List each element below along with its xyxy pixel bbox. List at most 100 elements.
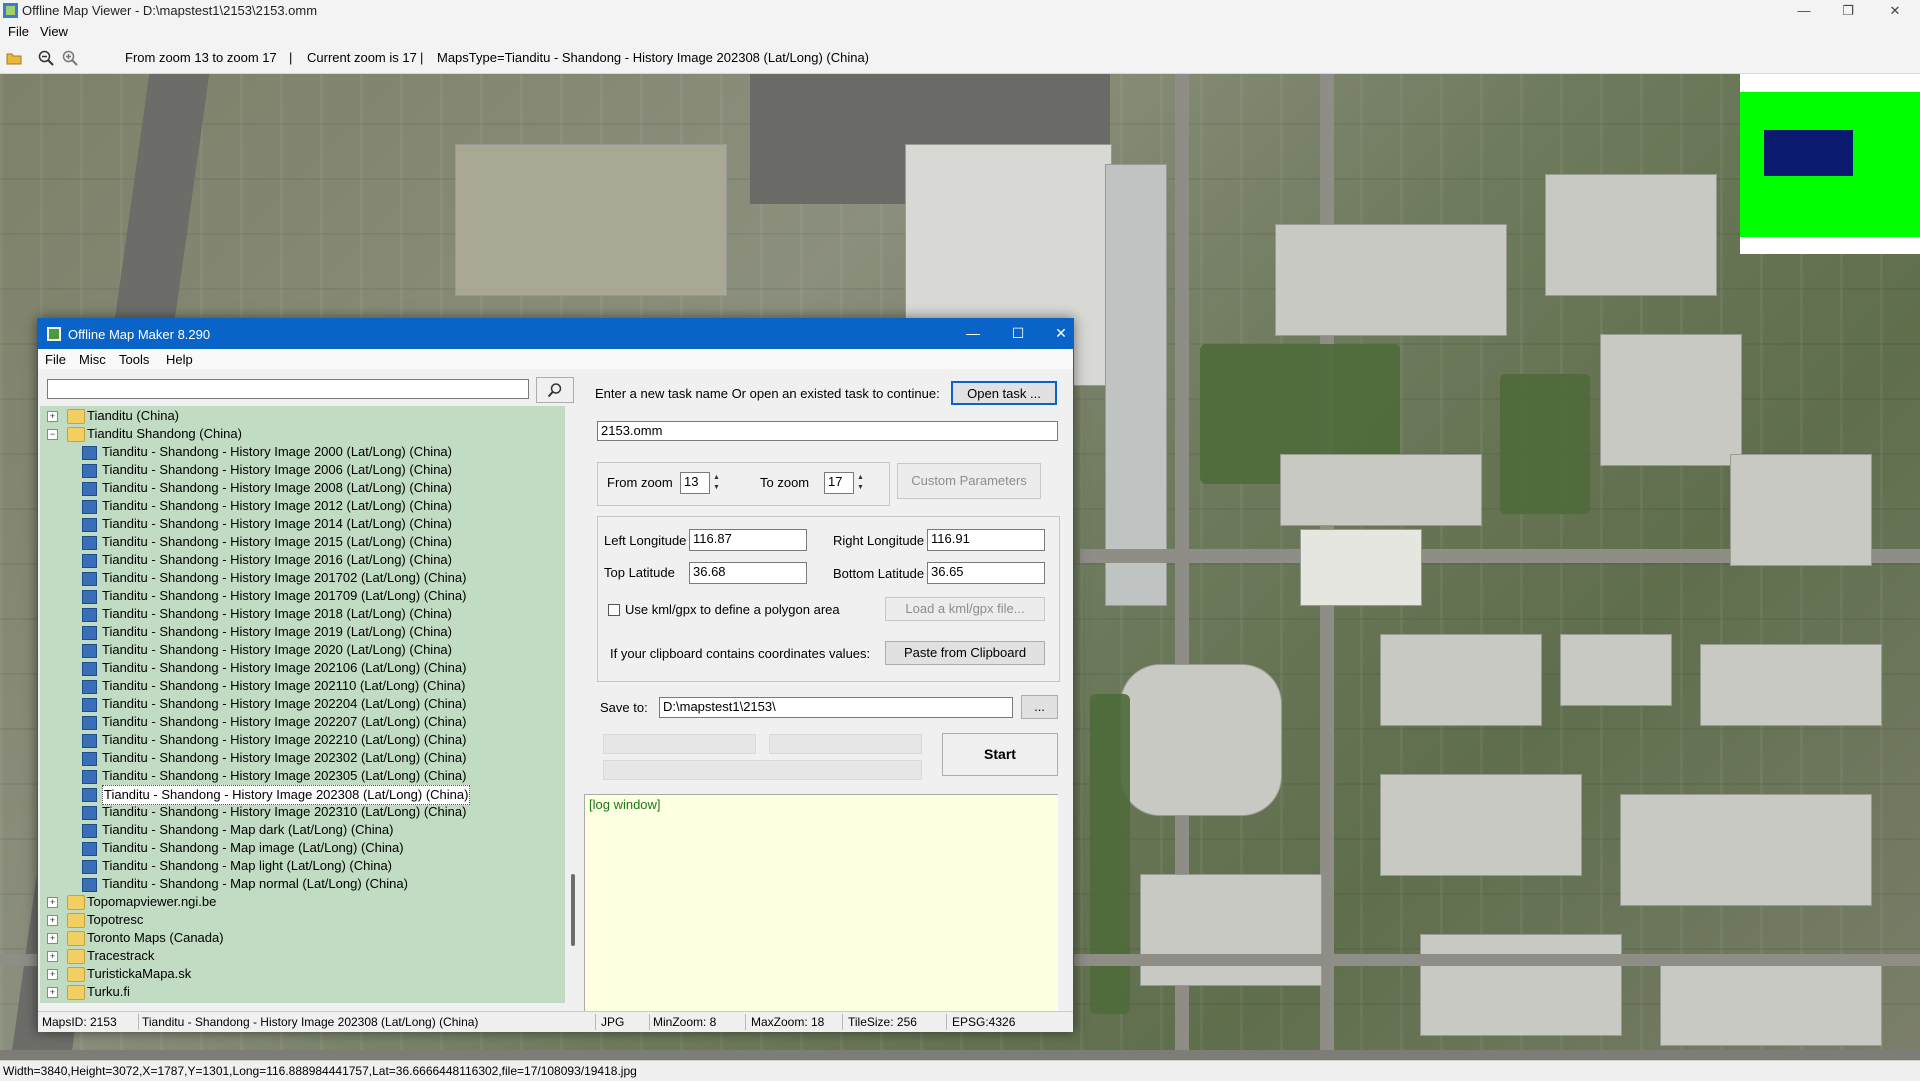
open-task-button[interactable]: Open task ... bbox=[951, 381, 1057, 405]
expand-icon[interactable]: + bbox=[47, 915, 58, 926]
search-button[interactable] bbox=[536, 377, 574, 403]
tree-item[interactable]: Tianditu - Shandong - History Image 2023… bbox=[82, 785, 562, 805]
tree-item[interactable]: Tianditu - Shandong - History Image 2023… bbox=[82, 749, 562, 767]
minimize-button[interactable]: — bbox=[1794, 2, 1814, 20]
from-zoom-spinner[interactable]: ▲ ▼ bbox=[711, 473, 722, 493]
kml-checkbox[interactable] bbox=[608, 604, 620, 616]
to-zoom-input[interactable]: 17 bbox=[824, 472, 854, 494]
to-zoom-spinner[interactable]: ▲ ▼ bbox=[855, 473, 866, 493]
right-longitude-input[interactable]: 116.91 bbox=[927, 529, 1045, 551]
expand-icon[interactable]: + bbox=[47, 987, 58, 998]
tree-item[interactable]: Tianditu - Shandong - History Image 2016… bbox=[82, 551, 562, 569]
load-kml-button[interactable]: Load a kml/gpx file... bbox=[885, 597, 1045, 621]
tree-folder[interactable]: + Turku.fi bbox=[47, 983, 527, 1001]
map-icon bbox=[82, 788, 97, 802]
app-statusbar: Width=3840,Height=3072,X=1787,Y=1301,Lon… bbox=[0, 1060, 1920, 1081]
tree-folder[interactable]: + Toronto Maps (Canada) bbox=[47, 929, 527, 947]
tree-folder[interactable]: + Topotresc bbox=[47, 911, 527, 929]
zoom-out-icon[interactable] bbox=[38, 50, 54, 66]
expand-icon[interactable]: + bbox=[47, 411, 58, 422]
tree-folder[interactable]: + Tianditu (China) bbox=[47, 407, 527, 425]
tree-item[interactable]: Tianditu - Shandong - History Image 2020… bbox=[82, 641, 562, 659]
tree-item-label: Tianditu Shandong (China) bbox=[87, 426, 242, 441]
top-latitude-input[interactable]: 36.68 bbox=[689, 562, 807, 584]
building-block bbox=[1660, 954, 1882, 1046]
maximize-button[interactable]: ☐ bbox=[1003, 325, 1033, 342]
menu-view[interactable]: View bbox=[40, 24, 68, 39]
open-folder-icon[interactable] bbox=[6, 50, 22, 66]
minimize-button[interactable]: — bbox=[958, 325, 988, 341]
bottom-latitude-input[interactable]: 36.65 bbox=[927, 562, 1045, 584]
folder-icon bbox=[67, 409, 85, 424]
map-icon bbox=[82, 752, 97, 766]
tree-item[interactable]: Tianditu - Shandong - History Image 2021… bbox=[82, 677, 562, 695]
task-name-input[interactable]: 2153.omm bbox=[597, 421, 1058, 441]
tree-item[interactable]: Tianditu - Shandong - History Image 2022… bbox=[82, 695, 562, 713]
tree-item[interactable]: Tianditu - Shandong - Map light (Lat/Lon… bbox=[82, 857, 562, 875]
close-button[interactable]: ✕ bbox=[1885, 2, 1905, 20]
restore-button[interactable]: ❐ bbox=[1838, 2, 1858, 20]
left-longitude-input[interactable]: 116.87 bbox=[689, 529, 807, 551]
map-icon bbox=[82, 824, 97, 838]
map-icon bbox=[82, 446, 97, 460]
menu-file[interactable]: File bbox=[45, 352, 66, 367]
log-scrollbar[interactable] bbox=[1058, 794, 1072, 1011]
tree-item[interactable]: Tianditu - Shandong - History Image 2022… bbox=[82, 713, 562, 731]
menu-help[interactable]: Help bbox=[166, 352, 193, 367]
tree-item-label: Toronto Maps (Canada) bbox=[87, 930, 224, 945]
tree-item-label: Tianditu - Shandong - Map normal (Lat/Lo… bbox=[102, 876, 408, 891]
browse-button[interactable]: ... bbox=[1021, 695, 1058, 719]
search-input[interactable] bbox=[47, 379, 529, 399]
tree-item-label: Tianditu (China) bbox=[87, 408, 180, 423]
tree-item[interactable]: Tianditu - Shandong - History Image 2023… bbox=[82, 803, 562, 821]
top-latitude-label: Top Latitude bbox=[604, 565, 675, 580]
save-path-input[interactable]: D:\mapstest1\2153\ bbox=[659, 697, 1013, 718]
tree-item[interactable]: Tianditu - Shandong - History Image 2019… bbox=[82, 623, 562, 641]
expand-icon[interactable]: + bbox=[47, 951, 58, 962]
from-zoom-input[interactable]: 13 bbox=[680, 472, 710, 494]
log-window[interactable]: [log window] bbox=[584, 794, 1060, 1013]
tree-item[interactable]: Tianditu - Shandong - Map dark (Lat/Long… bbox=[82, 821, 562, 839]
tree-item[interactable]: Tianditu - Shandong - History Image 2018… bbox=[82, 605, 562, 623]
tree-item[interactable]: Tianditu - Shandong - History Image 2015… bbox=[82, 533, 562, 551]
tree-item[interactable]: Tianditu - Shandong - Map image (Lat/Lon… bbox=[82, 839, 562, 857]
start-button[interactable]: Start bbox=[942, 733, 1058, 776]
overview-minimap[interactable] bbox=[1740, 74, 1920, 254]
paste-clipboard-button[interactable]: Paste from Clipboard bbox=[885, 641, 1045, 665]
building-block bbox=[1380, 634, 1542, 726]
menu-tools[interactable]: Tools bbox=[119, 352, 149, 367]
tree-folder[interactable]: − Tianditu Shandong (China) bbox=[47, 425, 527, 443]
custom-parameters-button[interactable]: Custom Parameters bbox=[897, 463, 1041, 499]
close-button[interactable]: ✕ bbox=[1046, 325, 1076, 342]
tree-folder[interactable]: + Topomapviewer.ngi.be bbox=[47, 893, 527, 911]
tree-item[interactable]: Tianditu - Shandong - History Image 2012… bbox=[82, 497, 562, 515]
menu-file[interactable]: File bbox=[8, 24, 29, 39]
menu-misc[interactable]: Misc bbox=[79, 352, 106, 367]
zoom-in-icon[interactable] bbox=[62, 50, 78, 66]
map-icon bbox=[82, 626, 97, 640]
tree-item[interactable]: Tianditu - Shandong - History Image 2008… bbox=[82, 479, 562, 497]
expand-icon[interactable]: + bbox=[47, 969, 58, 980]
tree-folder[interactable]: + Tracestrack bbox=[47, 947, 527, 965]
tree-item[interactable]: Tianditu - Shandong - History Image 2022… bbox=[82, 731, 562, 749]
building-block bbox=[1730, 454, 1872, 566]
tree-item[interactable]: Tianditu - Shandong - History Image 2017… bbox=[82, 569, 562, 587]
tree-item[interactable]: Tianditu - Shandong - Map normal (Lat/Lo… bbox=[82, 875, 562, 893]
maps-tree[interactable]: + Tianditu (China) − Tianditu Shandong (Chi… bbox=[40, 406, 565, 1003]
tree-item[interactable]: Tianditu - Shandong - History Image 2021… bbox=[82, 659, 562, 677]
dialog-titlebar[interactable]: Offline Map Maker 8.290 — ☐ ✕ bbox=[38, 319, 1073, 349]
map-icon bbox=[82, 770, 97, 784]
tree-item[interactable]: Tianditu - Shandong - History Image 2006… bbox=[82, 461, 562, 479]
tree-item[interactable]: Tianditu - Shandong - History Image 2000… bbox=[82, 443, 562, 461]
tree-item[interactable]: Tianditu - Shandong - History Image 2014… bbox=[82, 515, 562, 533]
tree-item[interactable]: Tianditu - Shandong - History Image 2017… bbox=[82, 587, 562, 605]
log-text: [log window] bbox=[589, 797, 661, 812]
expand-icon[interactable]: + bbox=[47, 933, 58, 944]
tree-item[interactable]: Tianditu - Shandong - History Image 2023… bbox=[82, 767, 562, 785]
tree-folder[interactable]: + TuristickaMapa.sk bbox=[47, 965, 527, 983]
task-prompt: Enter a new task name Or open an existed… bbox=[595, 386, 940, 401]
collapse-icon[interactable]: − bbox=[47, 429, 58, 440]
tree-scroll-thumb[interactable] bbox=[571, 874, 575, 946]
overview-viewport-rect[interactable] bbox=[1764, 130, 1853, 176]
expand-icon[interactable]: + bbox=[47, 897, 58, 908]
